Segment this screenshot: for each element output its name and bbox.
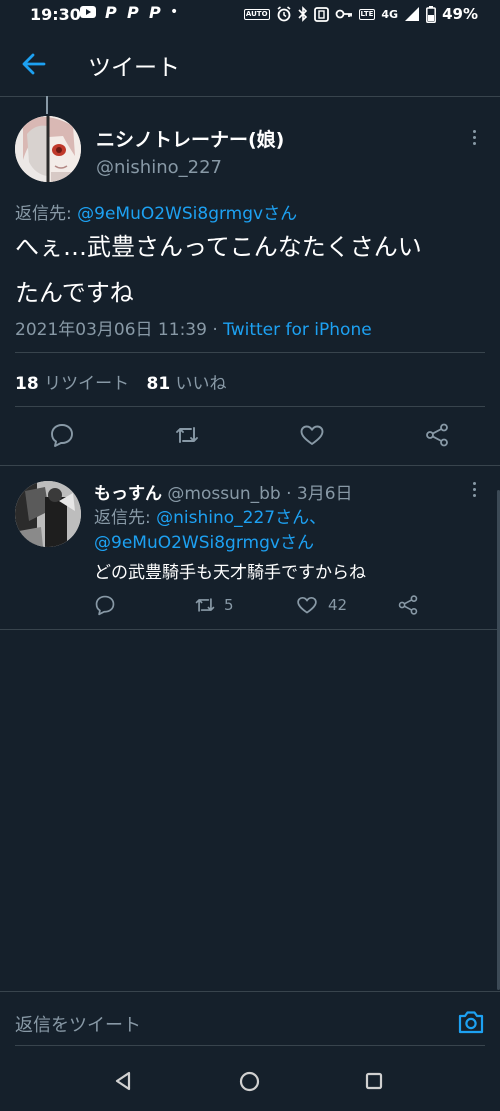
nav-back-icon[interactable]	[114, 1071, 134, 1091]
reply-like-count: 42	[328, 596, 348, 614]
status-time: 19:30	[30, 5, 81, 24]
avatar[interactable]	[15, 116, 81, 182]
nav-home-icon[interactable]	[239, 1071, 260, 1092]
app-header: ツイート	[0, 30, 500, 96]
svg-text:P: P	[127, 4, 139, 20]
p-app-icon: P	[105, 4, 117, 20]
reply-prefix: 返信先:	[94, 508, 157, 528]
tweet-stats: 18 リツイート 81 いいね	[15, 369, 227, 394]
reply-context: 返信先: @nishino_227さん、 @9eMuO2WSi8grmgvさん	[94, 506, 326, 556]
bluetooth-icon	[297, 6, 307, 22]
reply-to-link[interactable]: @9eMuO2WSi8grmgvさん	[94, 533, 314, 553]
thread-line	[46, 96, 48, 114]
system-nav-bar	[0, 1050, 500, 1111]
youtube-icon	[80, 6, 96, 18]
status-right: AUTO LTE 4G 49%	[243, 5, 478, 23]
status-bar: 19:30 P P P • AUTO LTE 4G 49%	[0, 0, 500, 30]
volte-icon: LTE	[358, 8, 376, 20]
reply-prefix: 返信先:	[15, 204, 78, 224]
more-notifications-dot: •	[170, 4, 179, 20]
reply-icon	[51, 424, 73, 447]
share-icon	[426, 423, 448, 447]
battery-percent: 49%	[442, 5, 478, 23]
divider	[0, 465, 500, 466]
signal-icon	[405, 7, 420, 21]
reply-button[interactable]	[49, 422, 75, 448]
auto-brightness-icon: AUTO	[243, 8, 270, 20]
composer-divider	[0, 991, 500, 992]
battery-icon	[426, 5, 437, 23]
reply-retweet-count: 5	[224, 596, 234, 614]
divider	[15, 352, 485, 353]
reply-reply-button[interactable]	[94, 594, 116, 616]
retweet-button[interactable]	[174, 422, 200, 448]
page-title: ツイート	[88, 55, 180, 81]
svg-text:P: P	[149, 4, 161, 20]
like-button[interactable]	[299, 422, 325, 448]
reply-composer-input[interactable]: 返信をツイート	[15, 1011, 141, 1037]
tweet-text-line: たんですね	[15, 279, 134, 307]
notification-icons: P P P •	[80, 4, 178, 20]
reply-icon	[95, 595, 115, 616]
more-options-icon[interactable]	[473, 130, 477, 145]
reply-share-button[interactable]	[397, 594, 419, 616]
retweet-icon	[176, 427, 198, 443]
reply-display-name[interactable]: もっすん	[94, 484, 162, 504]
reply-retweet-button[interactable]: 5	[194, 594, 234, 616]
like-stat[interactable]: 81 いいね	[146, 374, 226, 394]
p-app-icon: P	[149, 4, 161, 20]
reply-avatar[interactable]	[15, 481, 81, 547]
reply-more-options-icon[interactable]	[473, 482, 477, 497]
retweet-icon	[195, 598, 215, 612]
reply-to-link[interactable]: @nishino_227さん、	[156, 508, 326, 528]
display-name[interactable]: ニシノトレーナー(娘)	[96, 125, 284, 152]
reply-avatar-photo	[15, 481, 81, 547]
user-handle[interactable]: @nishino_227	[96, 157, 222, 178]
tweet-text: へぇ…武豊さんってこんなたくさんい たんですね	[15, 228, 490, 312]
tweet-text-line: へぇ…武豊さんってこんなたくさんい	[15, 233, 422, 261]
svg-text:P: P	[105, 4, 117, 20]
p-app-icon: P	[127, 4, 139, 20]
divider	[0, 629, 500, 630]
nav-recents-icon[interactable]	[365, 1072, 383, 1090]
reply-handle-time[interactable]: @mossun_bb · 3月6日	[162, 484, 352, 504]
reply-to-link[interactable]: @9eMuO2WSi8grmgvさん	[77, 204, 297, 224]
share-icon	[398, 595, 418, 615]
tweet-meta: 2021年03月06日 11:39 · Twitter for iPhone	[15, 315, 372, 340]
share-button[interactable]	[424, 422, 450, 448]
back-arrow-icon[interactable]	[20, 50, 48, 78]
nfc-icon	[313, 6, 329, 22]
header-divider	[0, 96, 500, 97]
tweet-source-link[interactable]: Twitter for iPhone	[223, 320, 372, 340]
tweet-timestamp: 2021年03月06日 11:39 ·	[15, 320, 224, 340]
heart-icon	[300, 425, 324, 445]
divider	[15, 406, 485, 407]
alarm-icon	[277, 6, 291, 22]
retweet-stat[interactable]: 18 リツイート	[15, 374, 129, 394]
avatar-illustration	[15, 116, 81, 182]
reply-text: どの武豊騎手も天才騎手ですからね	[94, 563, 366, 583]
reply-header: もっすん @mossun_bb · 3月6日	[94, 479, 353, 504]
heart-icon	[297, 596, 317, 614]
vpn-key-icon	[335, 9, 352, 19]
reply-context: 返信先: @9eMuO2WSi8grmgvさん	[15, 199, 297, 224]
reply-like-button[interactable]: 42	[296, 594, 347, 616]
composer-underline	[15, 1045, 485, 1046]
camera-icon[interactable]	[457, 1009, 485, 1035]
network-type: 4G	[381, 7, 399, 21]
